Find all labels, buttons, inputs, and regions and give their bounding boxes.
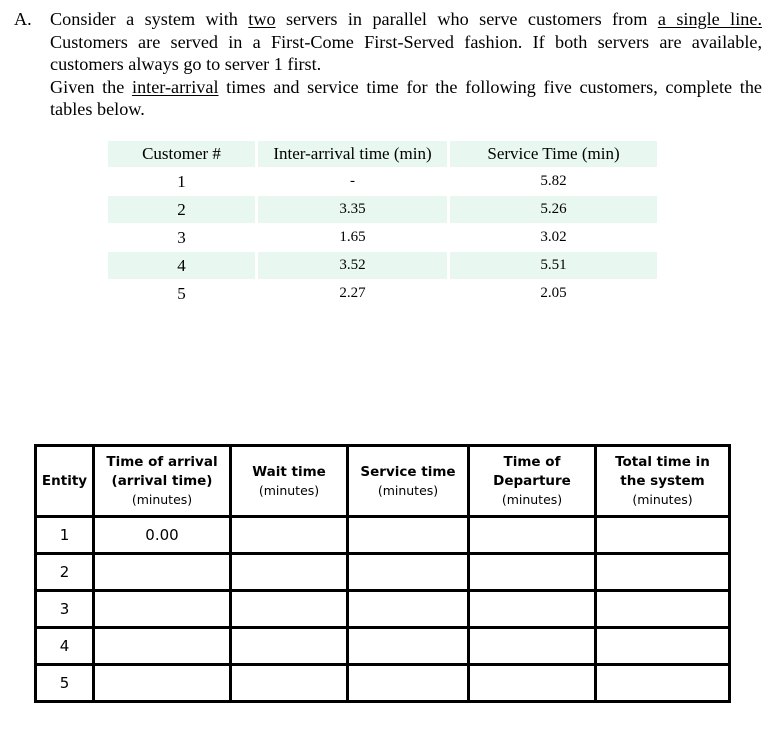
entity-cell: 1 <box>34 515 95 555</box>
table-row: 4 <box>34 626 731 666</box>
header-service-time: Service time (minutes) <box>346 444 470 518</box>
total-time-cell[interactable] <box>594 552 731 592</box>
arrival-time-cell[interactable] <box>92 552 232 592</box>
service-time-cell: 3.02 <box>540 229 567 245</box>
service-time-cell: 5.26 <box>450 196 657 223</box>
service-time-cell[interactable] <box>346 663 470 703</box>
arrival-time-cell[interactable] <box>92 663 232 703</box>
table-row: 2 3.35 5.26 <box>108 196 657 223</box>
service-time-cell[interactable] <box>346 626 470 666</box>
given-data-table: Customer # Inter-arrival time (min) Serv… <box>105 140 660 308</box>
table-row: 1 0.00 <box>34 515 731 555</box>
service-time-cell[interactable] <box>346 552 470 592</box>
header-service-time: Service Time (min) <box>450 141 657 167</box>
service-time-cell: 5.82 <box>540 173 567 189</box>
inter-arrival-cell: - <box>350 173 355 189</box>
customer-number-cell: 5 <box>177 283 186 303</box>
total-time-cell[interactable] <box>594 589 731 629</box>
entity-cell: 2 <box>34 552 95 592</box>
table-row: 5 <box>34 663 731 703</box>
inter-arrival-cell: 1.65 <box>339 229 366 245</box>
header-inter-arrival-time: Inter-arrival time (min) <box>258 141 447 167</box>
customer-number-cell: 3 <box>177 227 186 247</box>
entity-cell: 5 <box>34 663 95 703</box>
header-entity: Entity <box>34 444 95 518</box>
emphasis-inter-arrival: inter-arrival <box>132 76 219 97</box>
problem-line-5: tables below. <box>50 99 145 119</box>
answer-table-header-row: Entity Time of arrival (arrival time) (min… <box>34 444 731 518</box>
header-wait-time: Wait time (minutes) <box>229 444 349 518</box>
problem-statement: A. Consider a system with two servers in… <box>14 8 762 121</box>
header-time-of-departure: Time of Departure (minutes) <box>467 444 597 518</box>
table-row: 3 1.65 3.02 <box>108 224 657 251</box>
arrival-time-cell[interactable] <box>92 589 232 629</box>
header-customer-number: Customer # <box>108 141 255 167</box>
problem-line-4: Given the inter-arrival times and servic… <box>50 76 762 97</box>
wait-time-cell[interactable] <box>229 552 349 592</box>
header-time-of-arrival: Time of arrival (arrival time) (minutes) <box>92 444 232 518</box>
wait-time-cell[interactable] <box>229 515 349 555</box>
departure-time-cell[interactable] <box>467 552 597 592</box>
arrival-time-cell[interactable] <box>92 626 232 666</box>
departure-time-cell[interactable] <box>467 515 597 555</box>
given-table-header-row: Customer # Inter-arrival time (min) Serv… <box>108 141 657 167</box>
problem-label: A. <box>14 9 32 29</box>
total-time-cell[interactable] <box>594 626 731 666</box>
wait-time-cell[interactable] <box>229 663 349 703</box>
inter-arrival-cell: 3.35 <box>258 196 447 223</box>
arrival-time-cell[interactable]: 0.00 <box>92 515 232 555</box>
inter-arrival-cell: 3.52 <box>258 252 447 279</box>
departure-time-cell[interactable] <box>467 663 597 703</box>
table-row: 5 2.27 2.05 <box>108 280 657 307</box>
header-total-time-in-system: Total time in the system (minutes) <box>594 444 731 518</box>
service-time-cell: 5.51 <box>450 252 657 279</box>
customer-number-cell: 2 <box>108 196 255 223</box>
problem-line-3: customers always go to server 1 first. <box>50 54 322 74</box>
customer-number-cell: 1 <box>177 171 186 191</box>
wait-time-cell[interactable] <box>229 589 349 629</box>
total-time-cell[interactable] <box>594 515 731 555</box>
table-row: 3 <box>34 589 731 629</box>
service-time-cell[interactable] <box>346 589 470 629</box>
service-time-cell[interactable] <box>346 515 470 555</box>
total-time-cell[interactable] <box>594 663 731 703</box>
departure-time-cell[interactable] <box>467 626 597 666</box>
problem-line-1: Consider a system with two servers in pa… <box>50 9 762 29</box>
problem-body: Consider a system with two servers in pa… <box>50 8 762 121</box>
table-row: 1 - 5.82 <box>108 168 657 195</box>
customer-number-cell: 4 <box>108 252 255 279</box>
simulation-answer-table: Entity Time of arrival (arrival time) (min… <box>34 444 731 703</box>
wait-time-cell[interactable] <box>229 626 349 666</box>
problem-line-2: Customers are served in a First-Come Fir… <box>50 31 762 52</box>
departure-time-cell[interactable] <box>467 589 597 629</box>
emphasis-two: two <box>248 9 276 29</box>
table-row: 4 3.52 5.51 <box>108 252 657 279</box>
service-time-cell: 2.05 <box>540 285 567 301</box>
emphasis-single-line: a single line. <box>657 9 762 29</box>
inter-arrival-cell: 2.27 <box>339 285 366 301</box>
table-row: 2 <box>34 552 731 592</box>
entity-cell: 3 <box>34 589 95 629</box>
entity-cell: 4 <box>34 626 95 666</box>
